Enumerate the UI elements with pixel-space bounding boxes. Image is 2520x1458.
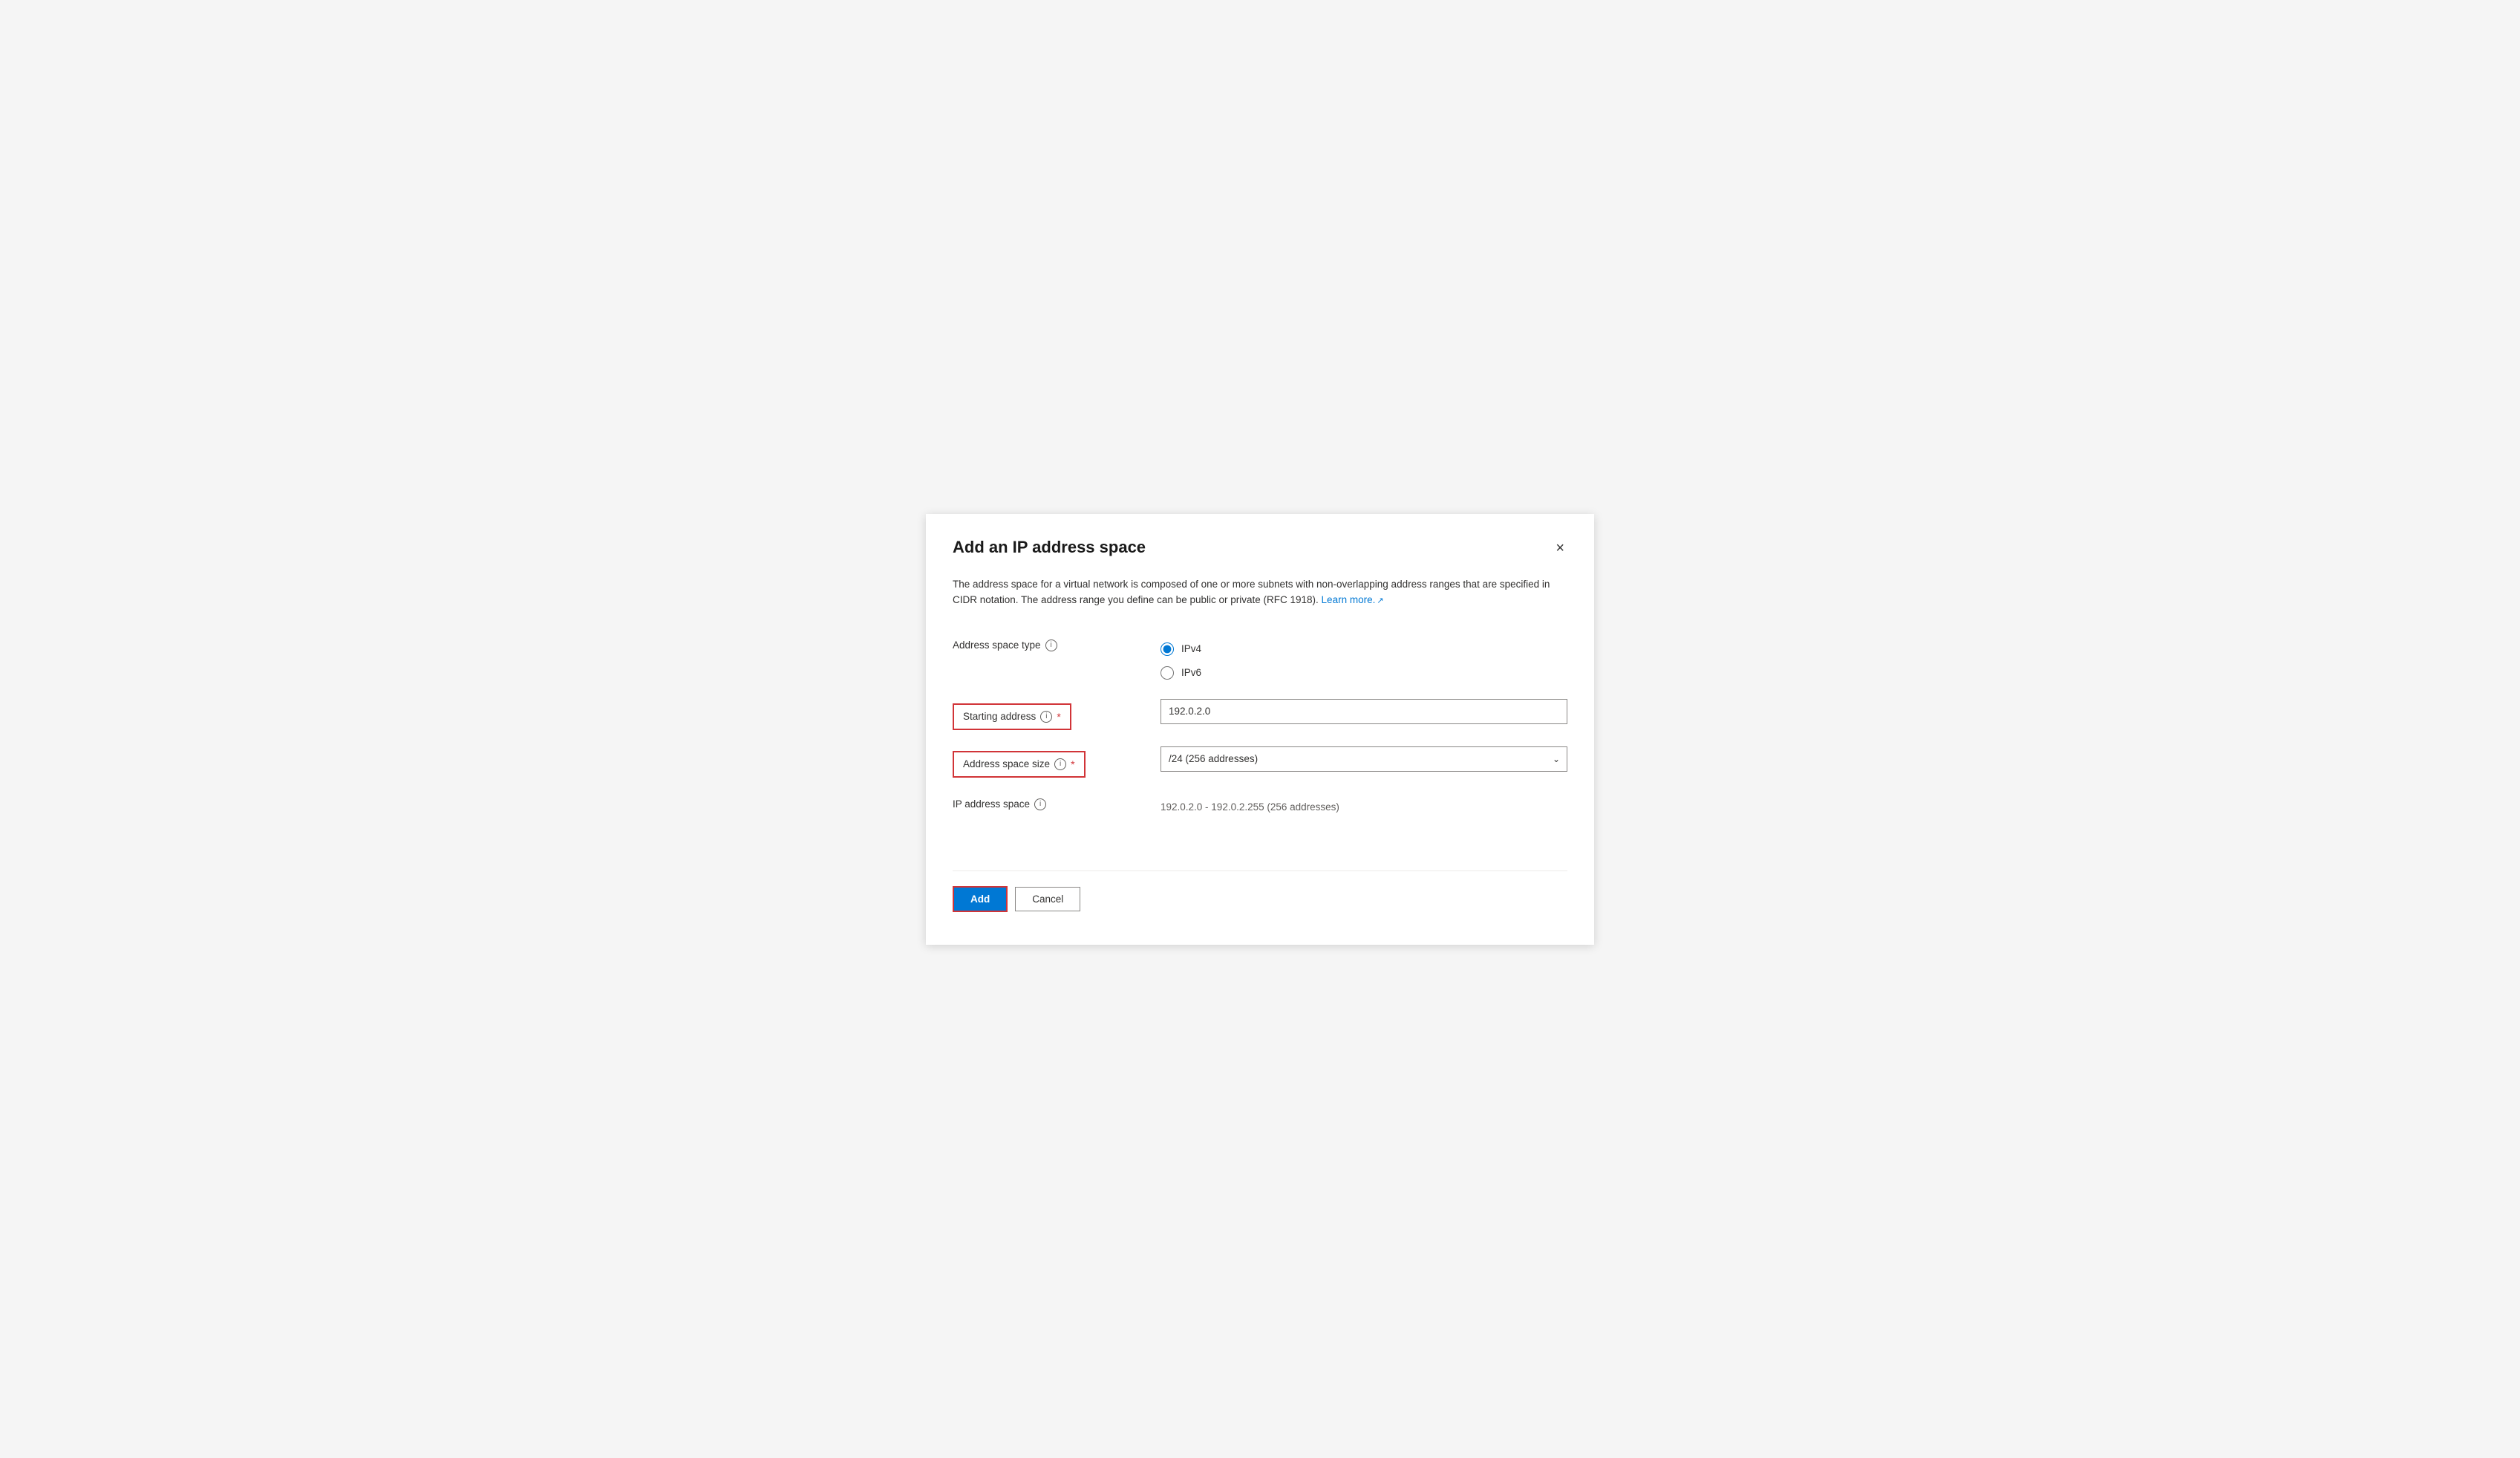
learn-more-link[interactable]: Learn more.↗	[1322, 594, 1384, 605]
dialog-footer: Add Cancel	[953, 870, 1567, 912]
external-link-icon: ↗	[1377, 596, 1383, 605]
address-space-size-info-icon[interactable]: i	[1054, 758, 1066, 770]
ip-address-space-info-icon[interactable]: i	[1034, 798, 1046, 810]
starting-address-input[interactable]	[1161, 699, 1567, 724]
address-space-size-select[interactable]: /24 (256 addresses) /25 (128 addresses) …	[1161, 746, 1567, 772]
address-space-type-label: Address space type	[953, 639, 1041, 651]
address-space-type-label-cell: Address space type i	[953, 629, 1161, 662]
address-space-size-label: Address space size	[963, 758, 1050, 769]
dialog-description: The address space for a virtual network …	[953, 576, 1567, 608]
ip-address-space-label-cell: IP address space i	[953, 788, 1161, 821]
close-button[interactable]: ×	[1553, 538, 1567, 559]
cancel-button[interactable]: Cancel	[1015, 887, 1080, 911]
ipv4-label: IPv4	[1181, 643, 1201, 654]
ipv6-label: IPv6	[1181, 667, 1201, 678]
dialog-title: Add an IP address space	[953, 538, 1146, 557]
form-grid: Address space type i IPv4 IPv6 Starting …	[953, 629, 1567, 826]
ip-address-space-field-cell: 192.0.2.0 - 192.0.2.255 (256 addresses)	[1161, 788, 1567, 826]
ipv4-radio-option[interactable]: IPv4	[1161, 642, 1567, 656]
address-space-size-select-wrapper: /24 (256 addresses) /25 (128 addresses) …	[1161, 746, 1567, 772]
address-space-size-label-highlight: Address space size i *	[953, 751, 1086, 778]
ip-address-space-value: 192.0.2.0 - 192.0.2.255 (256 addresses)	[1161, 794, 1567, 820]
starting-address-label: Starting address	[963, 711, 1036, 722]
address-space-type-info-icon[interactable]: i	[1045, 639, 1057, 651]
address-space-type-radio-group: IPv4 IPv6	[1161, 635, 1567, 687]
description-text: The address space for a virtual network …	[953, 579, 1550, 606]
starting-address-label-highlight: Starting address i *	[953, 703, 1071, 730]
starting-address-label-cell: Starting address i *	[953, 693, 1161, 741]
ip-address-space-label: IP address space	[953, 798, 1030, 810]
address-space-size-label-cell: Address space size i *	[953, 741, 1161, 788]
ipv6-radio-option[interactable]: IPv6	[1161, 666, 1567, 680]
starting-address-info-icon[interactable]: i	[1040, 711, 1052, 723]
ipv4-radio-input[interactable]	[1161, 642, 1174, 656]
address-space-size-required: *	[1071, 758, 1074, 770]
address-space-size-field-cell: /24 (256 addresses) /25 (128 addresses) …	[1161, 741, 1567, 778]
dialog-header: Add an IP address space ×	[953, 538, 1567, 559]
starting-address-required: *	[1057, 711, 1060, 723]
starting-address-field-cell	[1161, 693, 1567, 730]
ipv6-radio-input[interactable]	[1161, 666, 1174, 680]
add-button[interactable]: Add	[953, 886, 1008, 912]
add-ip-address-space-dialog: Add an IP address space × The address sp…	[926, 514, 1594, 945]
address-space-type-field-cell: IPv4 IPv6	[1161, 629, 1567, 693]
